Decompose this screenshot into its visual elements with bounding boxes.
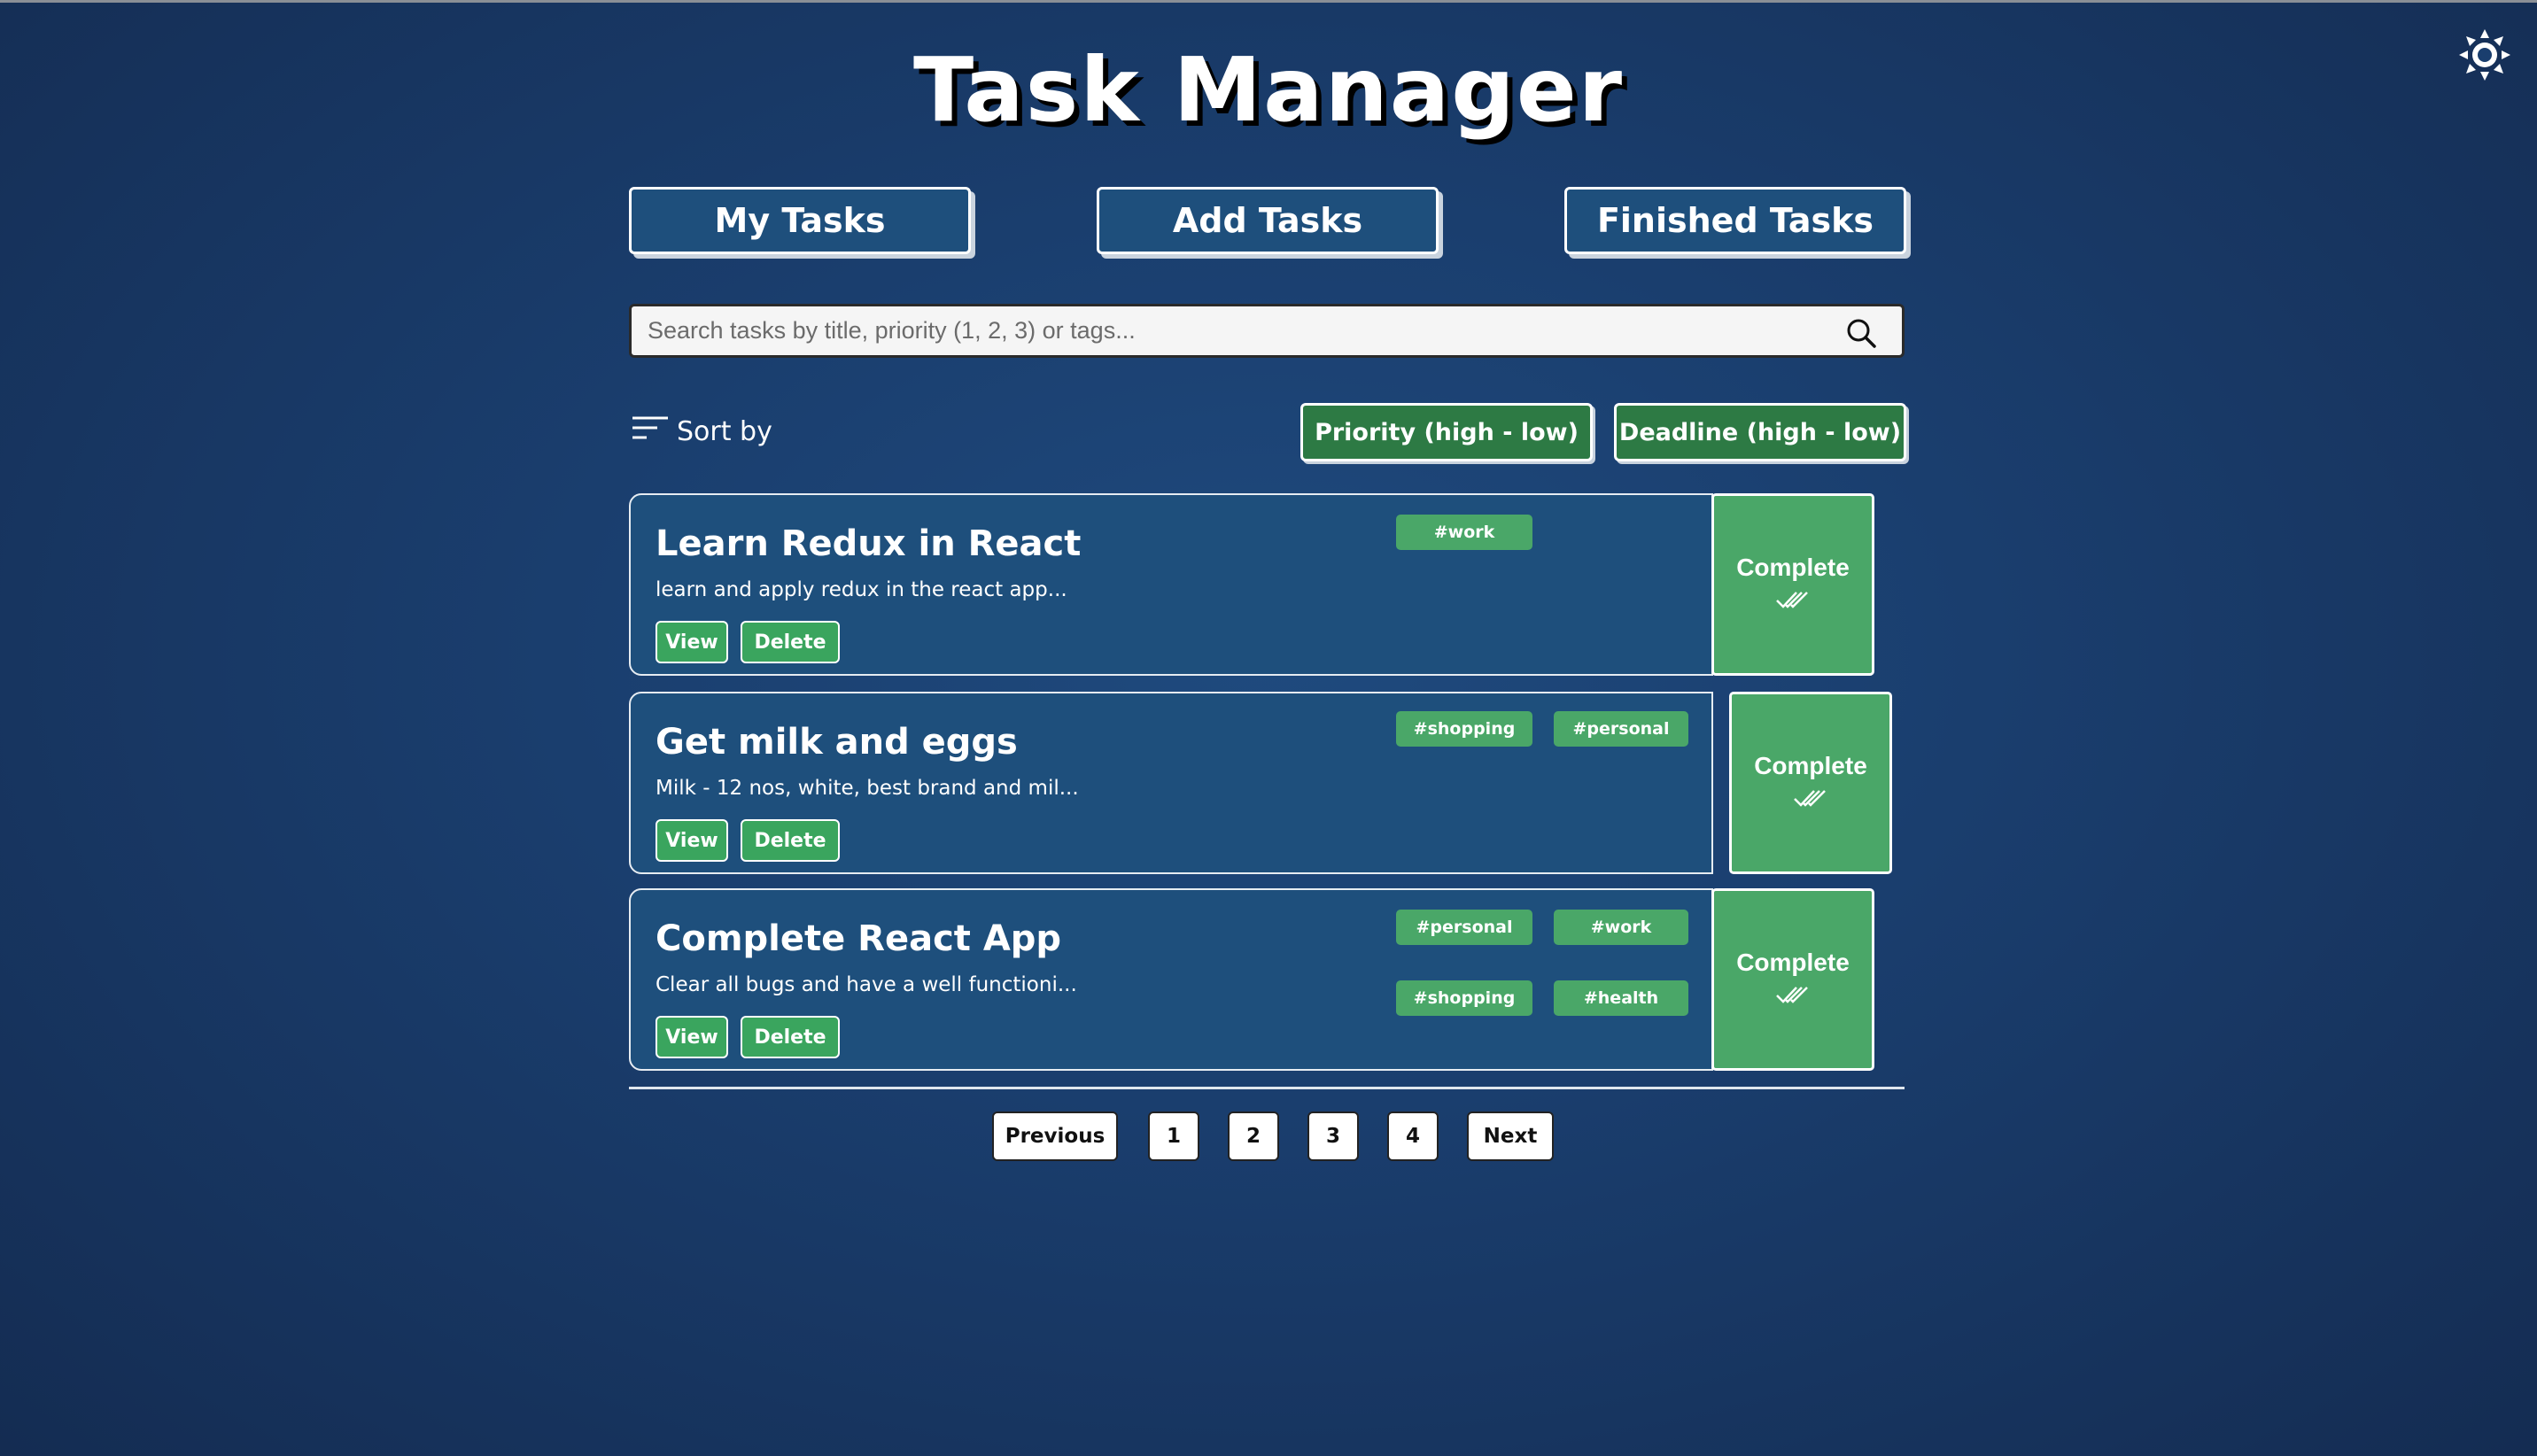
sort-label: Sort by (632, 412, 772, 451)
task-card: Learn Redux in React learn and apply red… (629, 493, 1713, 676)
task-description: learn and apply redux in the react app..… (656, 578, 1067, 601)
search-input[interactable] (632, 306, 1902, 355)
page-button-3[interactable]: 3 (1307, 1111, 1359, 1161)
divider (629, 1087, 1905, 1089)
complete-label: Complete (1754, 752, 1867, 779)
delete-button[interactable]: Delete (741, 819, 840, 862)
view-button[interactable]: View (656, 1016, 728, 1058)
complete-label: Complete (1736, 949, 1850, 976)
sort-label-text: Sort by (677, 415, 772, 447)
view-button[interactable]: View (656, 621, 728, 663)
task-description: Clear all bugs and have a well functioni… (656, 973, 1077, 996)
tag-health[interactable]: #health (1554, 980, 1688, 1016)
search-icon[interactable] (1845, 317, 1877, 349)
double-check-icon (1775, 587, 1811, 616)
page-button-2[interactable]: 2 (1228, 1111, 1279, 1161)
tag-shopping[interactable]: #shopping (1396, 980, 1532, 1016)
double-check-icon (1775, 982, 1811, 1011)
my-tasks-button[interactable]: My Tasks (629, 187, 971, 254)
tag-work[interactable]: #work (1554, 910, 1688, 945)
previous-button[interactable]: Previous (992, 1111, 1118, 1161)
complete-button[interactable]: Complete (1729, 692, 1892, 874)
add-tasks-button[interactable]: Add Tasks (1097, 187, 1439, 254)
delete-button[interactable]: Delete (741, 1016, 840, 1058)
page-button-1[interactable]: 1 (1148, 1111, 1199, 1161)
tag-personal[interactable]: #personal (1396, 910, 1532, 945)
task-card: Get milk and eggs Milk - 12 nos, white, … (629, 692, 1713, 874)
task-title: Learn Redux in React (656, 523, 1082, 564)
main-nav: My Tasks Add Tasks Finished Tasks (629, 187, 1906, 254)
complete-label: Complete (1736, 554, 1850, 581)
tag-work[interactable]: #work (1396, 515, 1532, 550)
complete-button[interactable]: Complete (1711, 888, 1874, 1071)
task-title: Complete React App (656, 918, 1062, 959)
complete-button[interactable]: Complete (1711, 493, 1874, 676)
task-card: Complete React App Clear all bugs and ha… (629, 888, 1713, 1071)
sort-lines-icon (632, 415, 668, 447)
tag-shopping[interactable]: #shopping (1396, 711, 1532, 747)
search-bar (629, 304, 1905, 358)
task-description: Milk - 12 nos, white, best brand and mil… (656, 777, 1079, 800)
sort-priority-button[interactable]: Priority (high - low) (1300, 403, 1593, 461)
tag-personal[interactable]: #personal (1554, 711, 1688, 747)
double-check-icon (1793, 786, 1828, 814)
task-title: Get milk and eggs (656, 722, 1018, 763)
view-button[interactable]: View (656, 819, 728, 862)
next-button[interactable]: Next (1467, 1111, 1554, 1161)
delete-button[interactable]: Delete (741, 621, 840, 663)
sort-deadline-button[interactable]: Deadline (high - low) (1614, 403, 1906, 461)
page-button-4[interactable]: 4 (1387, 1111, 1439, 1161)
finished-tasks-button[interactable]: Finished Tasks (1564, 187, 1906, 254)
page-title: Task Manager (912, 38, 1625, 142)
